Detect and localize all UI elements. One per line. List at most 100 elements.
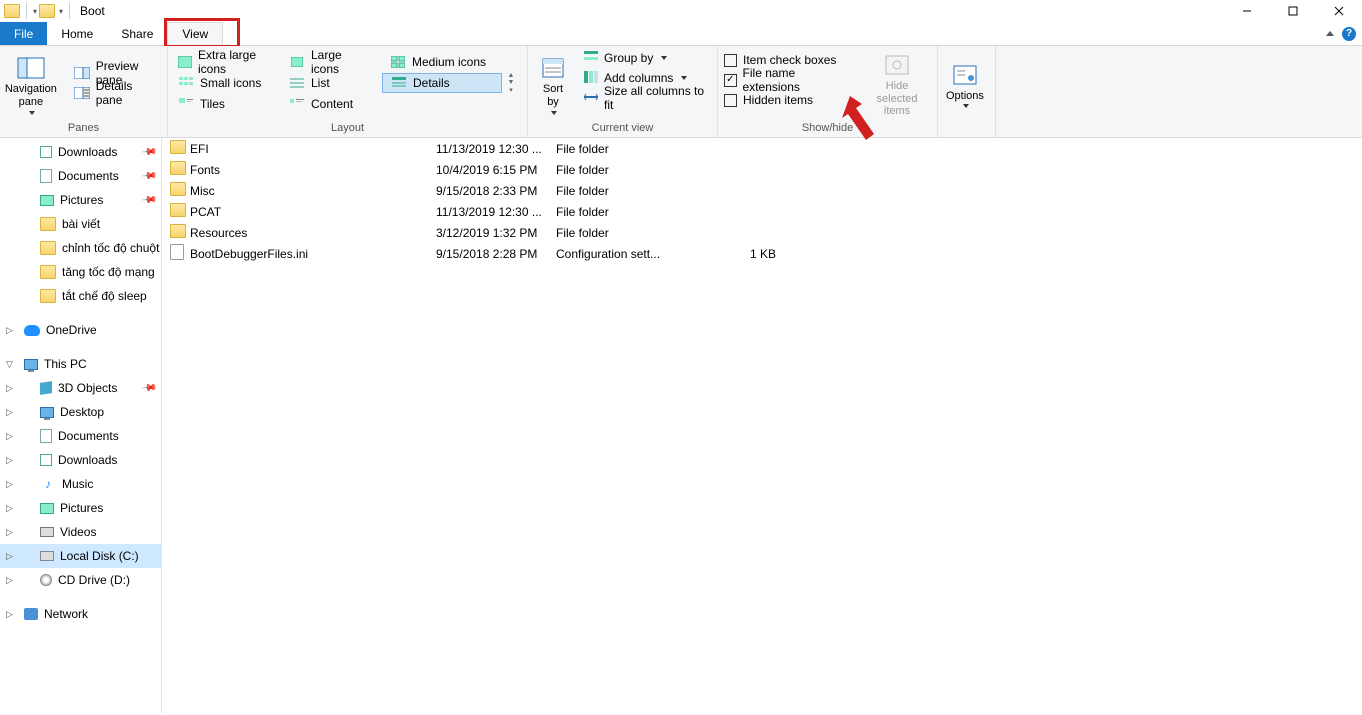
layout-tiles[interactable]: Tiles	[170, 94, 280, 114]
this-pc-icon	[24, 359, 38, 370]
disk-icon	[40, 551, 54, 561]
expand-icon[interactable]: ▷	[6, 455, 13, 466]
tab-home[interactable]: Home	[47, 22, 107, 45]
nav-chinhtoc[interactable]: chỉnh tốc độ chuột	[0, 236, 161, 260]
checkbox-icon	[724, 94, 737, 107]
layout-large-icons[interactable]: Large icons	[281, 52, 381, 72]
checkbox-checked-icon	[724, 74, 737, 87]
layout-list[interactable]: List	[281, 73, 381, 93]
expand-icon[interactable]: ▷	[6, 407, 13, 418]
nav-downloads2[interactable]: ▷Downloads	[0, 448, 161, 472]
nav-pictures[interactable]: Pictures📌	[0, 188, 161, 212]
group-label-layout: Layout	[168, 120, 527, 137]
qat-dropdown-icon[interactable]: ▾	[33, 7, 37, 16]
nav-thispc[interactable]: ▽This PC	[0, 352, 161, 376]
file-type: File folder	[556, 163, 716, 177]
sort-by-button[interactable]: Sort by	[528, 46, 578, 120]
expand-icon[interactable]: ▷	[6, 479, 13, 490]
layout-details[interactable]: Details	[382, 73, 502, 93]
expand-icon[interactable]: ▷	[6, 551, 13, 562]
group-by-button[interactable]: Group by	[584, 48, 711, 68]
expand-icon[interactable]: ▷	[6, 575, 13, 586]
expand-icon[interactable]: ▷	[6, 431, 13, 442]
tab-share[interactable]: Share	[107, 22, 167, 45]
navigation-pane-button[interactable]: Navigation pane	[0, 46, 62, 120]
nav-tatche[interactable]: tắt chế độ sleep	[0, 284, 161, 308]
file-name: EFI	[190, 142, 436, 156]
pin-icon: 📌	[140, 192, 157, 208]
folder-icon	[170, 161, 186, 175]
expand-icon[interactable]: ▷	[6, 325, 13, 336]
ribbon: Navigation pane Preview pane Details pan…	[0, 46, 1362, 138]
size-all-columns-button[interactable]: Size all columns to fit	[584, 88, 711, 108]
qat-folder-icon[interactable]	[39, 4, 55, 18]
options-button[interactable]: Options	[938, 46, 992, 120]
file-date: 3/12/2019 1:32 PM	[436, 226, 556, 240]
layout-extra-large-icons[interactable]: Extra large icons	[170, 52, 280, 72]
tab-view[interactable]: View	[167, 22, 223, 46]
nav-onedrive[interactable]: ▷OneDrive	[0, 318, 161, 342]
file-row[interactable]: BootDebuggerFiles.ini9/15/2018 2:28 PMCo…	[162, 243, 1362, 264]
minimize-ribbon-icon[interactable]	[1326, 31, 1334, 36]
file-date: 10/4/2019 6:15 PM	[436, 163, 556, 177]
tab-file[interactable]: File	[0, 22, 47, 45]
maximize-button[interactable]	[1270, 0, 1316, 22]
close-button[interactable]	[1316, 0, 1362, 22]
layout-scroll-more[interactable]: ▾	[504, 86, 518, 94]
nav-baiviet[interactable]: bài viết	[0, 212, 161, 236]
details-pane-button[interactable]: Details pane	[66, 83, 163, 103]
nav-cd-drive[interactable]: ▷CD Drive (D:)	[0, 568, 161, 592]
nav-3dobjects[interactable]: ▷3D Objects📌	[0, 376, 161, 400]
chevron-down-icon	[29, 111, 35, 115]
file-type: File folder	[556, 205, 716, 219]
help-icon[interactable]: ?	[1342, 27, 1356, 41]
nav-documents2[interactable]: ▷Documents	[0, 424, 161, 448]
folder-icon	[40, 241, 56, 255]
onedrive-icon	[24, 325, 40, 336]
network-icon	[24, 608, 38, 620]
collapse-icon[interactable]: ▽	[6, 359, 13, 370]
navigation-pane[interactable]: Downloads📌 Documents📌 Pictures📌 bài viết…	[0, 138, 162, 713]
expand-icon[interactable]: ▷	[6, 609, 13, 620]
nav-pictures2[interactable]: ▷Pictures	[0, 496, 161, 520]
nav-desktop[interactable]: ▷Desktop	[0, 400, 161, 424]
file-row[interactable]: Fonts10/4/2019 6:15 PMFile folder	[162, 159, 1362, 180]
title-bar: ▾ ▾ Boot	[0, 0, 1362, 22]
group-label-show-hide: Show/hide	[718, 120, 937, 137]
hidden-items-toggle[interactable]: Hidden items	[724, 90, 851, 110]
qat-caret-icon[interactable]: ▾	[59, 7, 63, 16]
file-type: File folder	[556, 142, 716, 156]
file-name: Resources	[190, 226, 436, 240]
nav-downloads[interactable]: Downloads📌	[0, 140, 161, 164]
cd-drive-icon	[40, 574, 52, 586]
layout-scroll-up[interactable]: ▲	[504, 72, 518, 79]
file-date: 9/15/2018 2:33 PM	[436, 184, 556, 198]
nav-network[interactable]: ▷Network	[0, 602, 161, 626]
file-row[interactable]: PCAT11/13/2019 12:30 ...File folder	[162, 201, 1362, 222]
layout-small-icons[interactable]: Small icons	[170, 73, 280, 93]
nav-music[interactable]: ▷♪Music	[0, 472, 161, 496]
nav-documents[interactable]: Documents📌	[0, 164, 161, 188]
expand-icon[interactable]: ▷	[6, 383, 13, 394]
documents-icon	[40, 169, 52, 183]
nav-local-disk-c[interactable]: ▷Local Disk (C:)	[0, 544, 161, 568]
nav-tangtoc[interactable]: tăng tốc độ mạng	[0, 260, 161, 284]
expand-icon[interactable]: ▷	[6, 503, 13, 514]
nav-videos[interactable]: ▷Videos	[0, 520, 161, 544]
file-row[interactable]: EFI11/13/2019 12:30 ...File folder	[162, 138, 1362, 159]
expand-icon[interactable]: ▷	[6, 527, 13, 538]
folder-icon	[170, 224, 186, 238]
layout-medium-icons[interactable]: Medium icons	[382, 52, 502, 72]
file-row[interactable]: Misc9/15/2018 2:33 PMFile folder	[162, 180, 1362, 201]
chevron-down-icon	[963, 104, 969, 108]
file-type: File folder	[556, 226, 716, 240]
file-name: Misc	[190, 184, 436, 198]
layout-scroll-down[interactable]: ▼	[504, 79, 518, 86]
minimize-button[interactable]	[1224, 0, 1270, 22]
file-row[interactable]: Resources3/12/2019 1:32 PMFile folder	[162, 222, 1362, 243]
app-folder-icon	[4, 4, 20, 18]
downloads-icon	[40, 454, 52, 466]
layout-content[interactable]: Content	[281, 94, 381, 114]
file-list[interactable]: EFI11/13/2019 12:30 ...File folderFonts1…	[162, 138, 1362, 713]
file-name-extensions-toggle[interactable]: File name extensions	[724, 70, 851, 90]
